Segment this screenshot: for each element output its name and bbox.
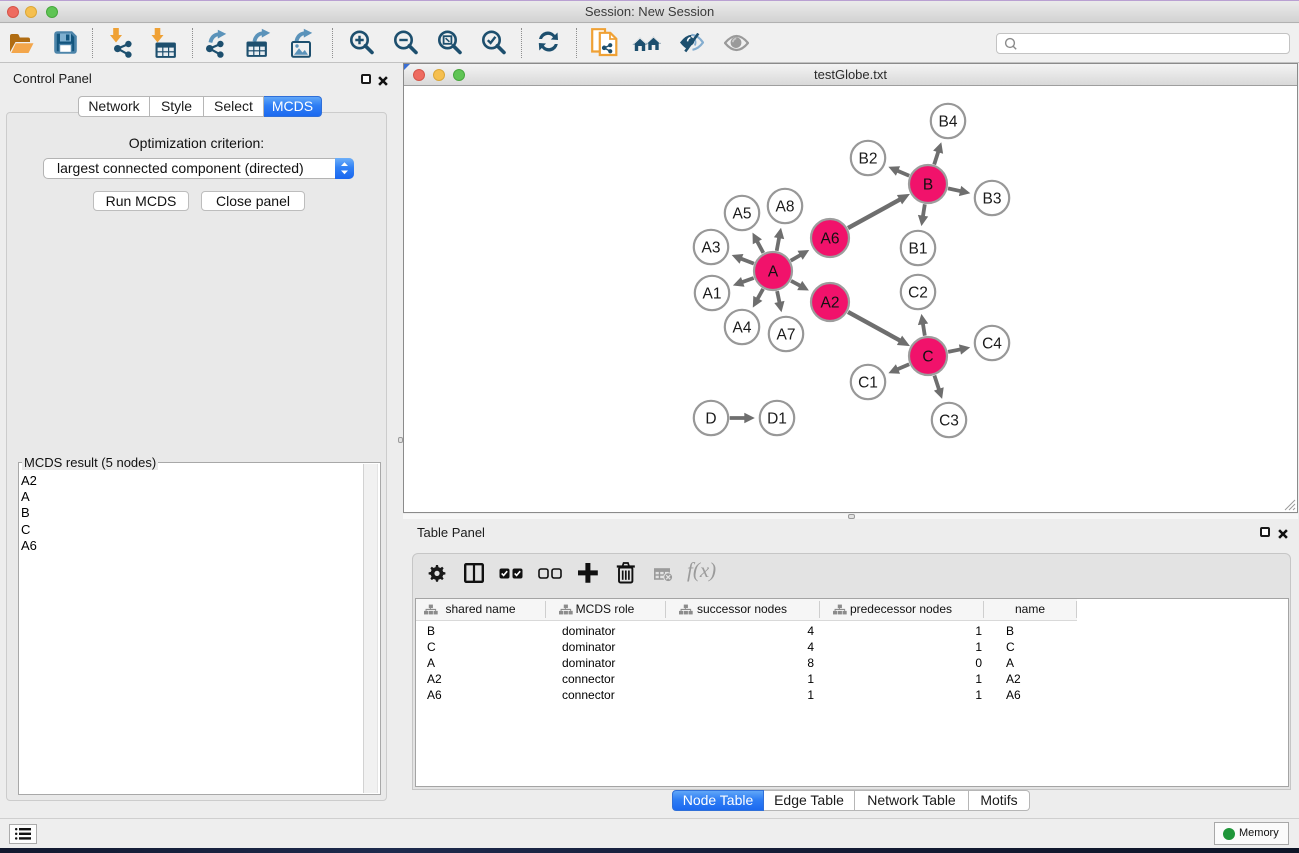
svg-text:B: B: [923, 177, 933, 194]
svg-text:A4: A4: [733, 320, 752, 337]
svg-text:f(x): f(x): [687, 561, 716, 582]
svg-text:B3: B3: [983, 191, 1002, 208]
svg-text:B2: B2: [859, 151, 878, 168]
svg-text:C3: C3: [939, 413, 959, 430]
svg-text:C1: C1: [858, 375, 878, 392]
svg-text:A1: A1: [703, 286, 722, 303]
svg-text:B1: B1: [909, 241, 928, 258]
svg-text:C: C: [922, 349, 933, 366]
svg-text:A7: A7: [777, 327, 796, 344]
svg-text:B4: B4: [939, 114, 958, 131]
svg-text:D: D: [705, 411, 716, 428]
svg-text:D1: D1: [767, 411, 787, 428]
svg-text:C2: C2: [908, 285, 928, 302]
svg-text:A5: A5: [733, 206, 752, 223]
svg-text:A8: A8: [776, 199, 795, 216]
svg-text:A2: A2: [821, 295, 840, 312]
svg-text:A6: A6: [821, 231, 840, 248]
svg-text:C4: C4: [982, 336, 1002, 353]
svg-text:A: A: [768, 264, 779, 281]
svg-text:A3: A3: [702, 240, 721, 257]
